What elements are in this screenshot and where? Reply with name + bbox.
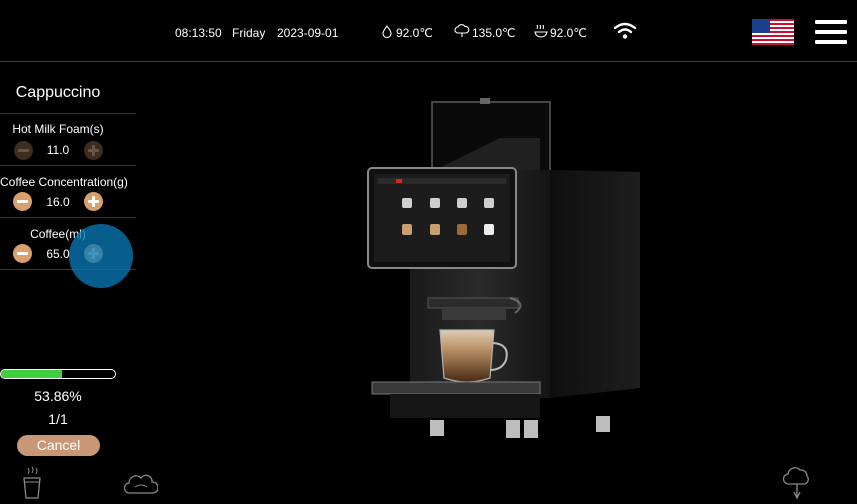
hamburger-menu-icon[interactable] xyxy=(815,18,847,46)
decrease-concentration-button[interactable] xyxy=(13,192,32,211)
param-label-coffee-concentration: Coffee Concentration(g) xyxy=(0,175,128,189)
decrease-milk-foam-button[interactable] xyxy=(14,141,33,160)
wifi-icon xyxy=(613,22,637,39)
drink-name: Cappuccino xyxy=(15,84,101,101)
concentration-value: 16.0 xyxy=(46,195,70,209)
cup-count: 1/1 xyxy=(48,411,68,427)
date: 2023-09-01 xyxy=(277,26,339,40)
hot-drink-cup-icon[interactable] xyxy=(21,466,43,500)
steam-temperature: 135.0℃ xyxy=(472,26,516,40)
weekday: Friday xyxy=(232,26,266,40)
brew-temperature: 92.0℃ xyxy=(550,26,587,40)
decrease-coffee-volume-button[interactable] xyxy=(13,244,32,263)
steam-cloud-icon xyxy=(454,24,470,37)
brew-progress-bar xyxy=(0,369,116,379)
increase-concentration-button[interactable] xyxy=(84,192,103,211)
param-row-hot-milk-foam: 11.0 xyxy=(0,140,116,162)
water-temperature: 92.0℃ xyxy=(396,26,433,40)
milk-cloud-icon[interactable] xyxy=(124,473,158,497)
steam-tap-icon[interactable] xyxy=(783,466,811,500)
divider xyxy=(0,113,136,114)
progress-percent: 53.86% xyxy=(34,388,82,404)
param-label-hot-milk-foam: Hot Milk Foam(s) xyxy=(12,122,104,136)
coffee-machine-image xyxy=(367,98,640,438)
milk-foam-value: 11.0 xyxy=(46,143,70,157)
brew-progress-fill xyxy=(1,370,63,378)
increase-milk-foam-button[interactable] xyxy=(84,141,103,160)
param-row-coffee-concentration: 16.0 xyxy=(0,192,116,214)
brew-heater-icon xyxy=(534,24,548,38)
divider xyxy=(0,217,136,218)
us-flag-icon[interactable] xyxy=(752,19,794,45)
cancel-button[interactable]: Cancel xyxy=(17,435,100,456)
touch-indicator xyxy=(69,224,133,288)
divider xyxy=(0,165,136,166)
clock-time: 08:13:50 xyxy=(175,26,222,40)
water-drop-icon xyxy=(382,25,392,39)
status-bar: 08:13:50 Friday 2023-09-01 92.0℃ 135.0℃ … xyxy=(0,0,857,62)
